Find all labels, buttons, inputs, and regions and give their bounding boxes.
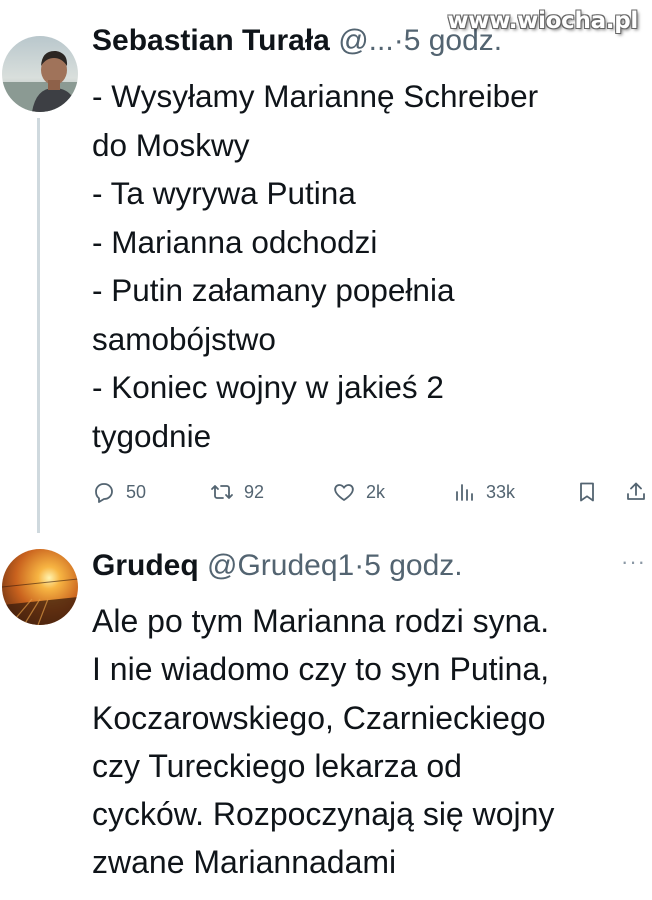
- tweet-line: samobójstwo: [92, 320, 276, 357]
- tweet-1: Sebastian Turała @...·5 godz. - Wysyłamy…: [0, 0, 652, 535]
- author-name[interactable]: Grudeq: [92, 549, 199, 582]
- tweet-line: I nie wiadomo czy to syn Putina,: [92, 651, 550, 688]
- views-count: 33k: [486, 481, 516, 502]
- watermark: www.wiocha.pl: [447, 8, 638, 34]
- separator: ·: [393, 24, 404, 57]
- author-name[interactable]: Sebastian Turała: [92, 24, 330, 57]
- like-icon: [334, 484, 354, 501]
- tweet-line: - Ta wyrywa Putina: [92, 175, 356, 211]
- tweet-text: - Wysyłamy Mariannę Schreiber do Moskwy …: [92, 72, 538, 460]
- avatar-sebastian[interactable]: [2, 36, 78, 112]
- reply-button[interactable]: 50: [92, 476, 146, 508]
- like-count: 2k: [366, 481, 386, 502]
- tweet-header: Grudeq @Grudeq1·5 godz.: [92, 547, 463, 585]
- share-icon: [627, 482, 645, 500]
- reply-icon: [95, 483, 113, 503]
- tweet-line: - Koniec wojny w jakieś 2: [92, 369, 444, 405]
- timestamp[interactable]: 5 godz.: [364, 549, 462, 582]
- tweet-2: Grudeq @Grudeq1·5 godz. ··· Ale po tym M…: [0, 535, 652, 900]
- retweet-count: 92: [244, 481, 265, 502]
- avatar-grudeq[interactable]: [2, 549, 78, 625]
- tweet-line: - Wysyłamy Mariannę Schreiber: [92, 78, 539, 114]
- tweet-line: - Putin załamany popełnia: [92, 272, 455, 308]
- separator: ·: [354, 549, 365, 582]
- bookmark-icon: [580, 482, 594, 502]
- share-button[interactable]: [624, 476, 648, 508]
- tweet-header: Sebastian Turała @...·5 godz.: [92, 22, 502, 60]
- more-icon[interactable]: ···: [621, 549, 646, 575]
- tweet-line: - Marianna odchodzi: [92, 223, 378, 260]
- tweet-line: Koczarowskiego, Czarnieckiego: [92, 699, 546, 736]
- retweet-button[interactable]: 92: [210, 476, 264, 508]
- thread-line: [37, 118, 40, 533]
- author-handle[interactable]: @Grudeq1: [207, 549, 354, 582]
- views-button[interactable]: 33k: [452, 476, 515, 508]
- tweet-line: tygodnie: [92, 417, 212, 454]
- action-bar: 50 92 2k 33k: [92, 476, 652, 508]
- tweet-line: do Moskwy: [92, 126, 250, 163]
- tweet-line: czy Tureckiego lekarza od: [92, 747, 462, 784]
- reply-count: 50: [126, 481, 147, 502]
- tweet-line: cycków. Rozpoczynają się wojny: [92, 796, 555, 833]
- author-handle[interactable]: @...: [338, 24, 393, 57]
- retweet-icon: [211, 485, 233, 499]
- tweet-line: Ale po tym Marianna rodzi syna.: [92, 603, 550, 639]
- bookmark-button[interactable]: [575, 476, 599, 508]
- tweet-text: Ale po tym Marianna rodzi syna. I nie wi…: [92, 597, 554, 887]
- tweet-line: zwane Mariannadami: [92, 844, 397, 881]
- like-button[interactable]: 2k: [332, 476, 385, 508]
- views-icon: [456, 484, 473, 501]
